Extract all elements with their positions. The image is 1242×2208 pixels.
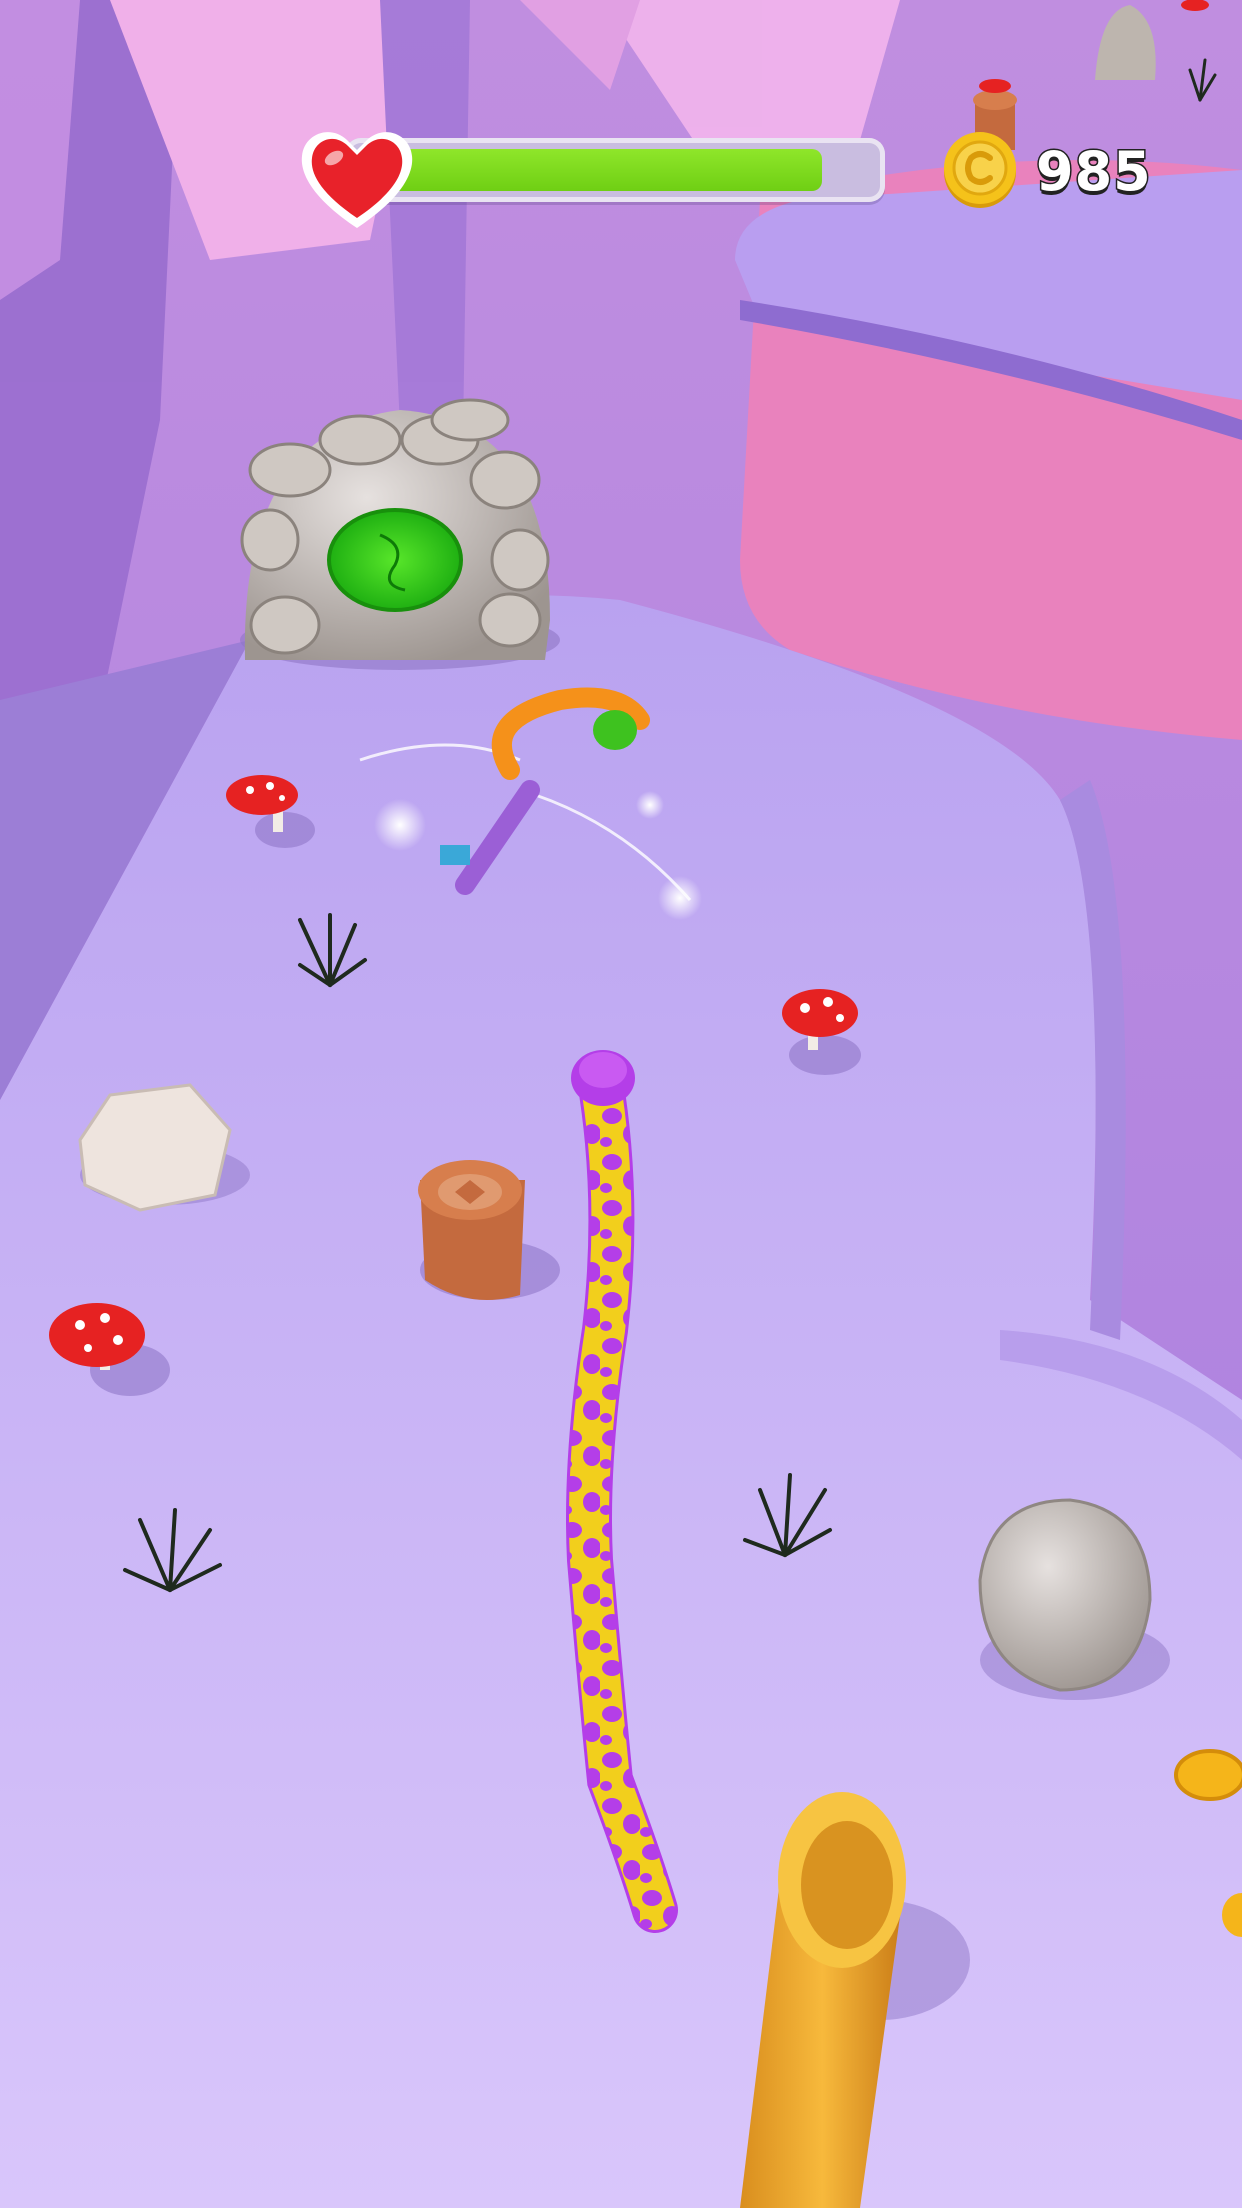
- heart-icon: [301, 132, 413, 228]
- cliff: [735, 160, 1242, 740]
- health-bar: [345, 138, 885, 202]
- health-bar-fill: [385, 149, 822, 191]
- ground-coin-1: [1174, 1749, 1242, 1801]
- game-scene: [0, 0, 1242, 2208]
- coin-icon: [944, 132, 1016, 208]
- coin-count: 985: [1035, 139, 1153, 205]
